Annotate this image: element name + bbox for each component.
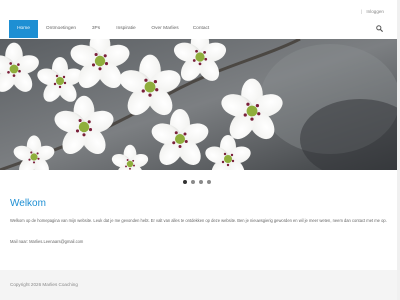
main-nav: Home Ontmoetingen 3Ps Inspiratie Over Ma… bbox=[0, 18, 400, 40]
slider-dots bbox=[183, 180, 211, 184]
page-title: Welkom bbox=[10, 198, 46, 209]
hero-slider[interactable] bbox=[0, 39, 400, 170]
search-icon[interactable] bbox=[376, 25, 383, 32]
top-bar: | Inloggen bbox=[0, 0, 400, 18]
slider-dot[interactable] bbox=[207, 180, 211, 184]
nav-item-ontmoetingen[interactable]: Ontmoetingen bbox=[44, 20, 78, 38]
slider-dot[interactable] bbox=[191, 180, 195, 184]
login-area: | Inloggen bbox=[361, 9, 384, 14]
intro-text: Welkom op de homepagina van mijn website… bbox=[10, 218, 387, 223]
mail-link[interactable]: Mail naar: Marlies.Leenaars@gmail.com bbox=[10, 239, 83, 244]
copyright: Copyright 2026 Marlies Coaching bbox=[10, 282, 78, 287]
blossom-image bbox=[0, 39, 400, 170]
slider-dot[interactable] bbox=[183, 180, 187, 184]
nav-item-inspiratie[interactable]: Inspiratie bbox=[112, 20, 140, 38]
login-link[interactable]: Inloggen bbox=[366, 9, 384, 14]
separator: | bbox=[361, 9, 363, 14]
nav-item-3ps[interactable]: 3Ps bbox=[86, 20, 106, 38]
slider-dot[interactable] bbox=[199, 180, 203, 184]
nav-item-home[interactable]: Home bbox=[9, 20, 38, 38]
nav-item-over-marlies[interactable]: Over Marlies bbox=[148, 20, 182, 38]
nav-item-contact[interactable]: Contact bbox=[189, 20, 213, 38]
